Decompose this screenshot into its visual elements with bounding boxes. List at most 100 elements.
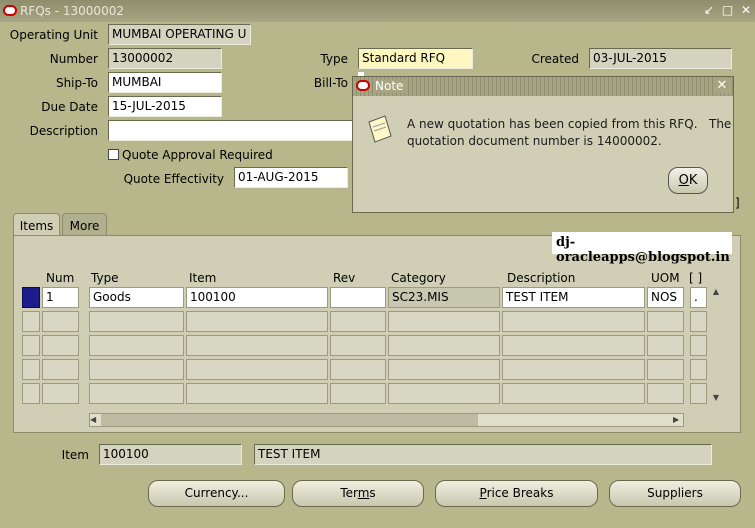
suppliers-button[interactable]: Suppliers xyxy=(609,480,741,507)
empty-cell[interactable] xyxy=(690,383,707,404)
quote-effectivity-field[interactable]: 01-AUG-2015 xyxy=(234,167,348,188)
scroll-left-icon[interactable]: ◀ xyxy=(90,413,100,427)
note-icon xyxy=(367,114,392,143)
row-selector[interactable] xyxy=(22,311,40,332)
cell-flex[interactable]: . xyxy=(690,287,707,308)
empty-cell[interactable] xyxy=(502,335,645,356)
row-selector[interactable] xyxy=(22,335,40,356)
ship-to-field[interactable]: MUMBAI xyxy=(108,72,222,93)
empty-cell[interactable] xyxy=(388,359,500,380)
type-label: Type xyxy=(320,52,348,66)
item-label: Item xyxy=(61,448,89,462)
description-field[interactable] xyxy=(108,120,358,141)
terms-button-mnemonic: m xyxy=(357,486,370,500)
operating-unit-label: Operating Unit xyxy=(9,28,98,42)
empty-cell[interactable] xyxy=(690,335,707,356)
empty-cell[interactable] xyxy=(330,359,386,380)
due-date-label: Due Date xyxy=(41,100,98,114)
currency-button-ellipsis: ... xyxy=(236,486,249,500)
cell-description[interactable]: TEST ITEM xyxy=(502,287,645,308)
row-selector-current[interactable] xyxy=(22,287,40,308)
item-description-field[interactable]: TEST ITEM xyxy=(254,444,712,465)
scroll-right-icon[interactable]: ▶ xyxy=(673,413,683,427)
empty-cell[interactable] xyxy=(42,359,79,380)
column-header-flex: [ ] xyxy=(689,271,703,285)
price-breaks-button-mnemonic: P xyxy=(479,486,487,500)
type-field[interactable]: Standard RFQ xyxy=(358,48,473,69)
oracle-logo-icon xyxy=(356,80,370,91)
cell-num[interactable]: 1 xyxy=(42,287,79,308)
empty-cell[interactable] xyxy=(690,359,707,380)
empty-cell[interactable] xyxy=(89,359,184,380)
empty-cell[interactable] xyxy=(690,311,707,332)
tab-items[interactable]: Items xyxy=(13,213,60,237)
due-date-field[interactable]: 15-JUL-2015 xyxy=(108,96,222,117)
column-header-rev: Rev xyxy=(333,271,356,285)
item-field[interactable]: 100100 xyxy=(99,444,242,465)
ok-button[interactable]: OK xyxy=(668,167,708,194)
empty-cell[interactable] xyxy=(42,383,79,404)
quote-approval-label: Quote Approval Required xyxy=(122,148,273,162)
row-selector[interactable] xyxy=(22,383,40,404)
created-field[interactable]: 03-JUL-2015 xyxy=(589,48,732,69)
dialog-title-bar xyxy=(353,77,733,96)
watermark-text: dj-oracleapps@blogspot.in xyxy=(552,232,732,265)
empty-cell[interactable] xyxy=(388,383,500,404)
currency-button[interactable]: Currency... xyxy=(148,480,285,507)
empty-cell[interactable] xyxy=(502,383,645,404)
empty-cell[interactable] xyxy=(502,311,645,332)
currency-button-label: Currency xyxy=(184,486,237,500)
cell-rev[interactable] xyxy=(330,287,386,308)
column-header-uom: UOM xyxy=(651,271,680,285)
horizontal-scroll-thumb[interactable] xyxy=(101,414,478,426)
empty-cell[interactable] xyxy=(42,311,79,332)
number-field[interactable]: 13000002 xyxy=(108,48,222,69)
empty-cell[interactable] xyxy=(186,335,328,356)
field-bracket: ] xyxy=(735,196,740,210)
cell-type[interactable]: Goods xyxy=(89,287,184,308)
terms-button[interactable]: Terms xyxy=(292,480,424,507)
empty-cell[interactable] xyxy=(647,359,684,380)
cell-uom[interactable]: NOS xyxy=(647,287,684,308)
scroll-up-icon[interactable]: ▲ xyxy=(710,287,722,297)
empty-cell[interactable] xyxy=(388,335,500,356)
empty-cell[interactable] xyxy=(89,383,184,404)
cell-category[interactable]: SC23.MIS xyxy=(388,287,500,308)
description-label: Description xyxy=(29,124,98,138)
empty-cell[interactable] xyxy=(330,335,386,356)
tab-more[interactable]: More xyxy=(62,213,107,236)
terms-button-label-pre: Ter xyxy=(340,486,358,500)
empty-cell[interactable] xyxy=(647,335,684,356)
empty-cell[interactable] xyxy=(42,335,79,356)
quote-approval-checkbox[interactable] xyxy=(108,149,119,160)
empty-cell[interactable] xyxy=(186,359,328,380)
empty-cell[interactable] xyxy=(388,311,500,332)
oracle-logo-icon xyxy=(3,5,17,16)
cell-item[interactable]: 100100 xyxy=(186,287,328,308)
price-breaks-button-label: rice Breaks xyxy=(486,486,554,500)
dialog-title: Note xyxy=(373,79,406,93)
empty-cell[interactable] xyxy=(186,311,328,332)
operating-unit-field[interactable]: MUMBAI OPERATING U xyxy=(108,24,251,45)
empty-cell[interactable] xyxy=(647,383,684,404)
column-header-num: Num xyxy=(46,271,75,285)
empty-cell[interactable] xyxy=(330,383,386,404)
number-label: Number xyxy=(49,52,98,66)
dialog-message-line1: A new quotation has been copied from thi… xyxy=(407,117,732,131)
empty-cell[interactable] xyxy=(186,383,328,404)
empty-cell[interactable] xyxy=(89,335,184,356)
empty-cell[interactable] xyxy=(647,311,684,332)
empty-cell[interactable] xyxy=(89,311,184,332)
suppliers-button-label: Suppliers xyxy=(647,486,703,500)
close-icon[interactable]: ✕ xyxy=(714,78,730,94)
empty-cell[interactable] xyxy=(502,359,645,380)
column-header-description: Description xyxy=(507,271,576,285)
window-controls[interactable]: ↙ □ ✕ xyxy=(704,3,753,17)
price-breaks-button[interactable]: Price Breaks xyxy=(435,480,598,507)
window-title: RFQs - 13000002 xyxy=(20,4,124,18)
scroll-down-icon[interactable]: ▼ xyxy=(710,393,722,403)
empty-cell[interactable] xyxy=(330,311,386,332)
ok-button-label: K xyxy=(688,173,698,188)
row-selector[interactable] xyxy=(22,359,40,380)
terms-button-label-post: s xyxy=(369,486,376,500)
